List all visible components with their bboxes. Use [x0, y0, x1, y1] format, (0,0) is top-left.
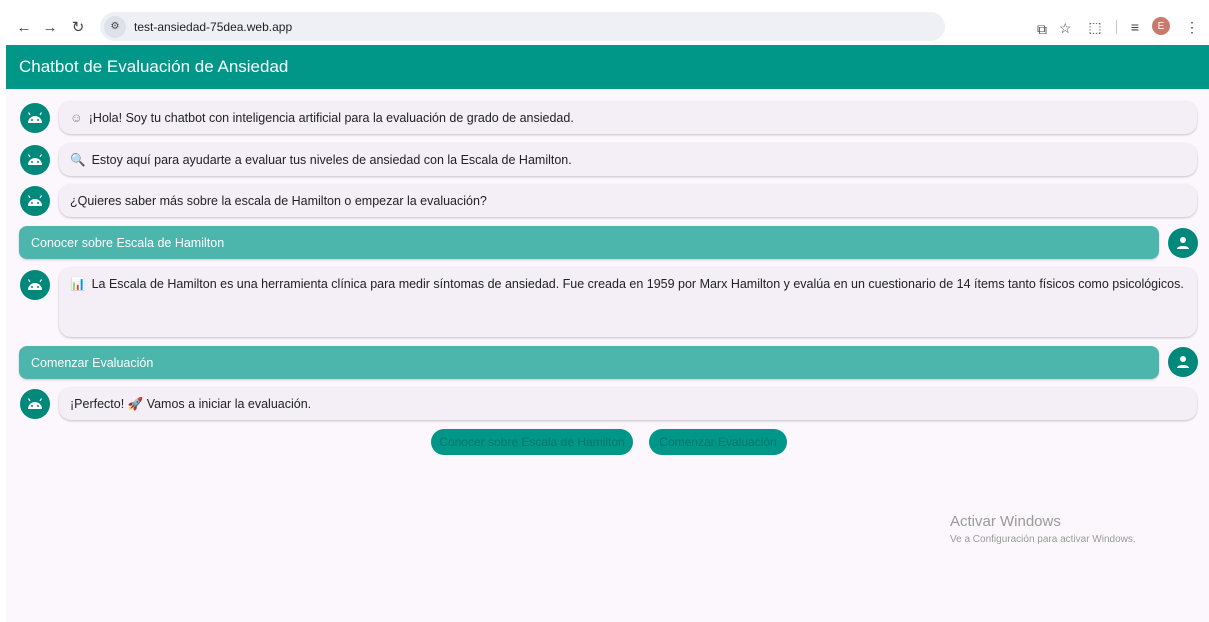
cast-icon[interactable]: ⧉ — [1037, 21, 1047, 38]
bot-message-text: Estoy aquí para ayudarte a evaluar tus n… — [91, 153, 572, 167]
bot-message: ¿Quieres saber más sobre la escala de Ha… — [59, 184, 1197, 217]
user-avatar-icon — [1168, 347, 1198, 377]
windows-activation-watermark: Activar Windows Ve a Configuración para … — [950, 513, 1136, 545]
android-icon — [27, 195, 43, 206]
bot-avatar-icon — [20, 103, 50, 133]
android-icon — [27, 279, 43, 290]
start-evaluation-button[interactable]: Comenzar Evaluación — [649, 429, 787, 455]
back-arrow-icon[interactable]: ← — [14, 17, 34, 37]
bar-chart-emoji-icon: 📊 — [70, 277, 86, 291]
watermark-subtitle: Ve a Configuración para activar Windows. — [950, 534, 1136, 545]
app-title: Chatbot de Evaluación de Ansiedad — [19, 57, 289, 76]
bot-message: ☺ ¡Hola! Soy tu chatbot con inteligencia … — [59, 101, 1197, 134]
site-info-icon[interactable]: ⚙ — [104, 15, 126, 38]
user-message: Conocer sobre Escala de Hamilton — [19, 226, 1159, 259]
bot-message-text: ¡Hola! Soy tu chatbot con inteligencia a… — [88, 111, 574, 125]
smile-emoji-icon: ☺ — [70, 111, 83, 125]
bot-message-text: La Escala de Hamilton es una herramienta… — [91, 277, 1184, 291]
app-bar: Chatbot de Evaluación de Ansiedad — [6, 45, 1209, 89]
extensions-icon[interactable]: ⬚ — [1086, 18, 1104, 36]
more-menu-icon[interactable]: ⋮ — [1183, 18, 1201, 36]
profile-avatar[interactable]: E — [1152, 17, 1170, 35]
android-icon — [27, 398, 43, 409]
bookmark-star-icon[interactable]: ☆ — [1059, 20, 1072, 37]
user-message-text: Comenzar Evaluación — [31, 355, 154, 370]
top-clipped-strip — [0, 0, 1209, 8]
toolbar-divider — [1116, 20, 1117, 34]
reading-list-icon[interactable]: ≡ — [1126, 18, 1144, 36]
user-avatar-icon — [1168, 228, 1198, 258]
url-text: test-ansiedad-75dea.web.app — [134, 19, 293, 34]
bot-message: ¡Perfecto! 🚀 Vamos a iniciar la evaluaci… — [59, 387, 1197, 420]
learn-hamilton-button[interactable]: Conocer sobre Escala de Hamilton — [431, 429, 633, 455]
android-icon — [27, 154, 43, 165]
forward-arrow-icon[interactable]: → — [40, 17, 60, 37]
person-icon — [1177, 356, 1189, 368]
bot-message: 🔍 Estoy aquí para ayudarte a evaluar tus … — [59, 143, 1197, 176]
bot-message: 📊 La Escala de Hamilton es una herramient… — [59, 267, 1197, 337]
bot-avatar-icon — [20, 145, 50, 175]
android-icon — [27, 112, 43, 123]
user-message: Comenzar Evaluación — [19, 346, 1159, 379]
bot-avatar-icon — [20, 270, 50, 300]
watermark-title: Activar Windows — [950, 513, 1061, 530]
browser-toolbar: ← → ↻ ⚙ test-ansiedad-75dea.web.app ⧉ ☆ … — [0, 8, 1209, 45]
user-message-text: Conocer sobre Escala de Hamilton — [31, 235, 225, 250]
person-icon — [1177, 237, 1189, 249]
bot-avatar-icon — [20, 389, 50, 419]
bot-avatar-icon — [20, 186, 50, 216]
bot-message-text: ¡Perfecto! 🚀 Vamos a iniciar la evaluaci… — [70, 397, 312, 411]
address-bar[interactable]: ⚙ test-ansiedad-75dea.web.app — [100, 12, 945, 41]
bot-message-text: ¿Quieres saber más sobre la escala de Ha… — [70, 194, 487, 208]
magnifier-emoji-icon: 🔍 — [70, 153, 86, 167]
reload-icon[interactable]: ↻ — [68, 17, 88, 37]
